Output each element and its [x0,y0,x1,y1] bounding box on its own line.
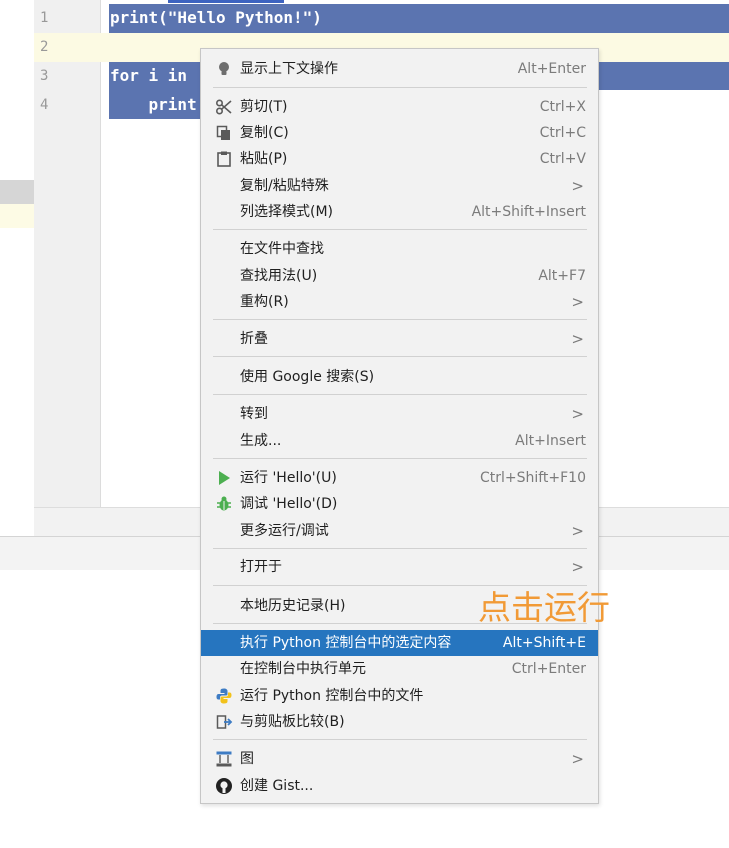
menu-item-copy[interactable]: 复制(C) Ctrl+C [201,120,598,146]
menu-separator [213,356,587,357]
menu-item-label: 显示上下文操作 [240,61,338,77]
submenu-arrow-icon: > [571,558,584,576]
menu-item-shortcut: Alt+F7 [538,268,586,284]
submenu-arrow-icon: > [571,293,584,311]
menu-item-label: 查找用法(U) [240,268,318,284]
line-number: 2 [40,39,49,55]
menu-item-shortcut: Ctrl+V [539,151,586,167]
menu-item-debug[interactable]: 调试 'Hello'(D) [201,491,598,517]
lightbulb-icon [219,62,229,75]
submenu-arrow-icon: > [571,330,584,348]
menu-item-generate[interactable]: 生成... Alt+Insert [201,428,598,454]
menu-item-shortcut: Alt+Shift+E [502,635,586,651]
line-number: 1 [40,10,49,26]
annotation-click-run: 点击运行 [478,588,610,627]
menu-item-compare-with-clipboard[interactable]: 与剪贴板比较(B) [201,709,598,735]
menu-item-shortcut: Alt+Shift+Insert [471,204,586,220]
project-panel [0,0,34,536]
clipboard-icon [217,151,231,167]
scissors-icon [215,99,232,115]
menu-item-label: 列选择模式(M) [240,204,334,220]
menu-item-execute-selection-in-console[interactable]: 执行 Python 控制台中的选定内容 Alt+Shift+E [201,630,598,656]
submenu-arrow-icon: > [571,522,584,540]
menu-separator [213,458,587,459]
menu-item-label: 图 [240,751,254,767]
menu-item-label: 调试 'Hello'(D) [240,496,338,512]
menu-item-go-to[interactable]: 转到 > [201,401,598,427]
menu-item-label: 本地历史记录(H) [240,598,346,614]
menu-item-label: 更多运行/调试 [240,523,329,539]
menu-item-label: 复制/粘贴特殊 [240,178,329,194]
menu-item-shortcut: Ctrl+Enter [511,661,586,677]
menu-item-shortcut: Alt+Enter [517,61,586,77]
menu-item-paste[interactable]: 粘贴(P) Ctrl+V [201,146,598,172]
menu-item-label: 使用 Google 搜索(S) [240,369,375,385]
menu-item-diagrams[interactable]: 图 > [201,746,598,772]
menu-item-find-in-files[interactable]: 在文件中查找 [201,236,598,262]
menu-separator [213,548,587,549]
menu-item-label: 运行 'Hello'(U) [240,470,337,486]
menu-item-label: 生成... [240,433,282,449]
submenu-arrow-icon: > [571,405,584,423]
menu-item-shortcut: Ctrl+X [539,99,586,115]
menu-item-label: 粘贴(P) [240,151,288,167]
menu-item-create-gist[interactable]: 创建 Gist... [201,773,598,799]
menu-item-label: 复制(C) [240,125,289,141]
menu-item-execute-cell-in-console[interactable]: 在控制台中执行单元 Ctrl+Enter [201,656,598,682]
code-line[interactable]: print("Hello Python!") [110,7,322,29]
menu-separator [213,585,587,586]
menu-item-label: 折叠 [240,331,268,347]
menu-item-column-selection-mode[interactable]: 列选择模式(M) Alt+Shift+Insert [201,199,598,225]
menu-item-label: 创建 Gist... [240,778,314,794]
gutter-divider [100,0,101,507]
menu-item-more-run-debug[interactable]: 更多运行/调试 > [201,518,598,544]
line-number: 4 [40,97,49,113]
submenu-arrow-icon: > [571,177,584,195]
menu-item-label: 打开于 [240,559,282,575]
menu-item-run-file-in-console[interactable]: 运行 Python 控制台中的文件 [201,683,598,709]
menu-item-show-context-actions[interactable]: 显示上下文操作 Alt+Enter [201,56,598,82]
menu-item-folding[interactable]: 折叠 > [201,326,598,352]
editor-context-menu: 显示上下文操作 Alt+Enter 剪切(T) Ctrl+X 复制(C) Ctr… [200,48,599,804]
menu-item-copy-paste-special[interactable]: 复制/粘贴特殊 > [201,173,598,199]
menu-item-label: 在控制台中执行单元 [240,661,366,677]
menu-item-label: 重构(R) [240,294,289,310]
menu-separator [213,87,587,88]
project-panel-selected-row[interactable] [0,180,34,204]
code-line[interactable]: for i in [110,65,187,87]
code-line[interactable]: print [110,94,197,116]
menu-item-label: 在文件中查找 [240,241,324,257]
run-icon [219,471,230,485]
github-icon [216,778,232,794]
menu-item-cut[interactable]: 剪切(T) Ctrl+X [201,94,598,120]
python-icon [216,688,232,704]
menu-item-run[interactable]: 运行 'Hello'(U) Ctrl+Shift+F10 [201,465,598,491]
menu-item-open-in[interactable]: 打开于 > [201,554,598,580]
debug-icon [217,496,231,511]
menu-separator [213,739,587,740]
menu-item-label: 剪切(T) [240,99,288,115]
project-panel-highlight-row [0,204,34,228]
line-number: 3 [40,68,49,84]
active-tab-indicator [168,0,284,3]
diagram-icon [216,751,232,767]
menu-item-refactor[interactable]: 重构(R) > [201,289,598,315]
menu-item-find-usages[interactable]: 查找用法(U) Alt+F7 [201,263,598,289]
menu-separator [213,319,587,320]
copy-icon [216,125,230,140]
menu-item-shortcut: Alt+Insert [515,433,586,449]
menu-item-label: 运行 Python 控制台中的文件 [240,688,424,704]
menu-separator [213,394,587,395]
menu-item-shortcut: Ctrl+Shift+F10 [479,470,586,486]
menu-item-label: 与剪贴板比较(B) [240,714,345,730]
menu-item-search-with-google[interactable]: 使用 Google 搜索(S) [201,364,598,390]
compare-icon [216,715,233,729]
menu-separator [213,229,587,230]
menu-item-shortcut: Ctrl+C [539,125,586,141]
menu-item-label: 转到 [240,406,268,422]
menu-item-label: 执行 Python 控制台中的选定内容 [240,635,452,651]
submenu-arrow-icon: > [571,750,584,768]
